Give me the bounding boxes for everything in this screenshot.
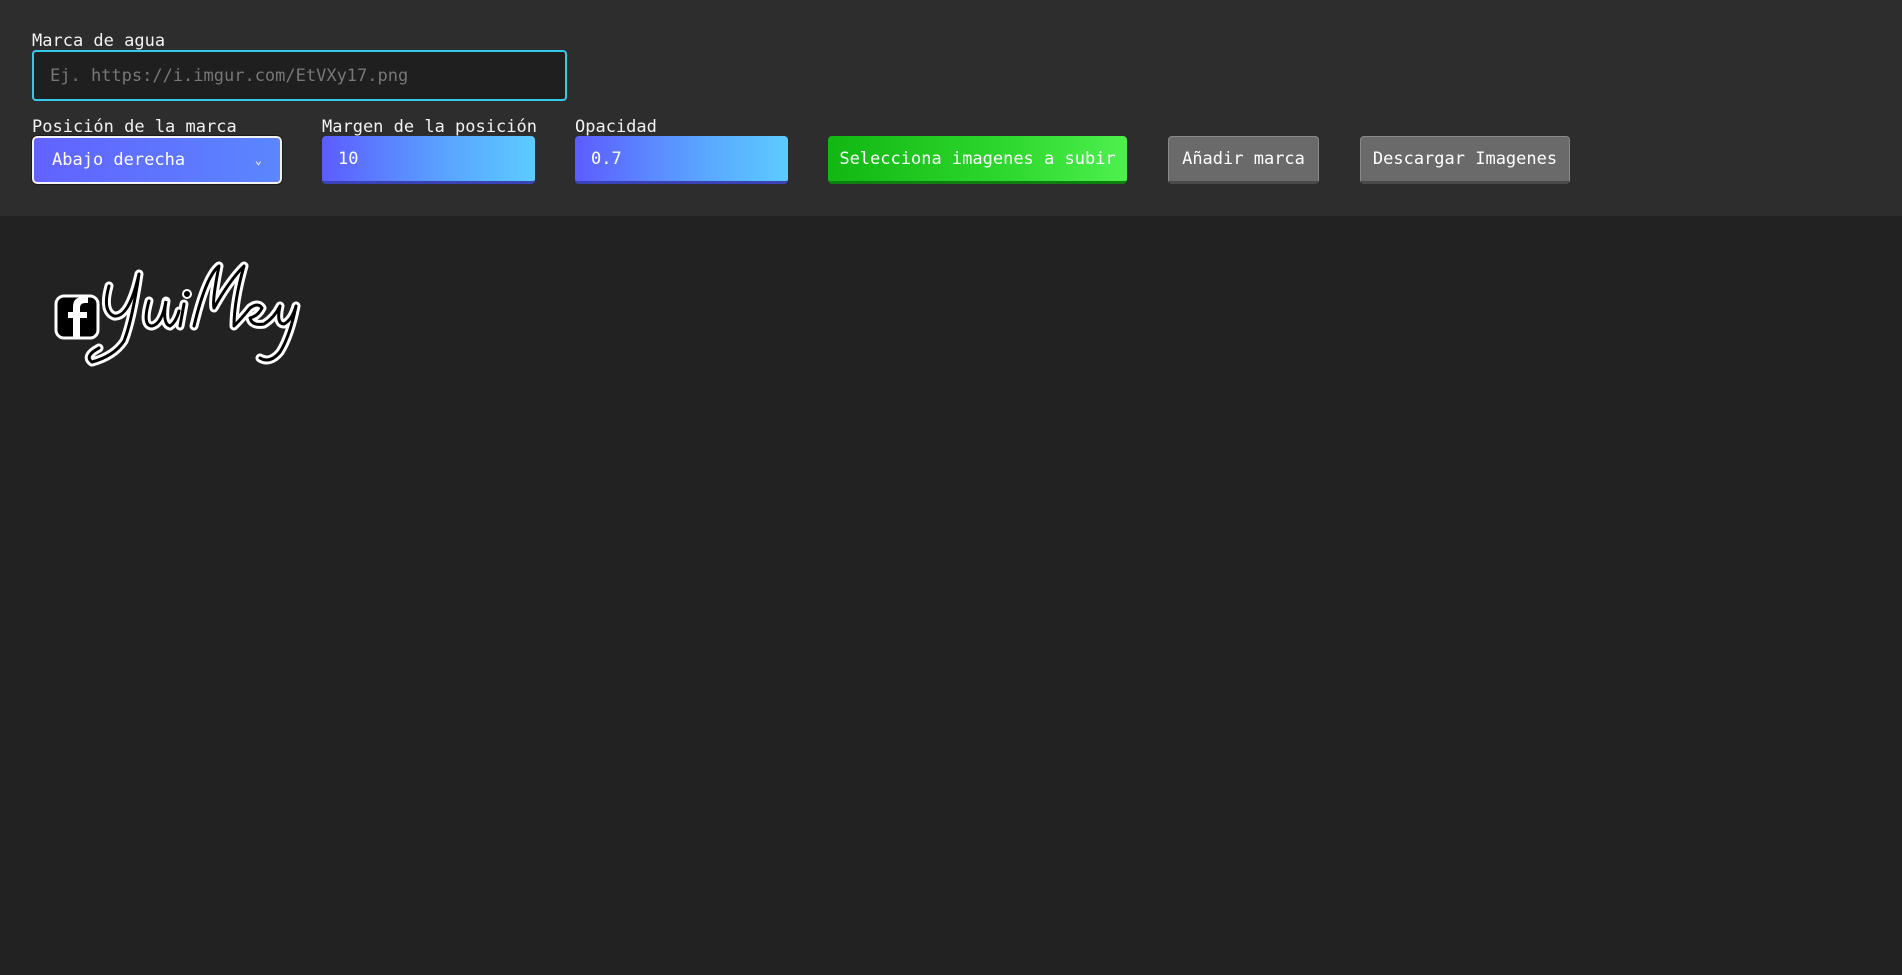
watermark-label: Marca de agua [32, 31, 166, 51]
toolbar: Marca de agua Posición de la marca Abajo… [0, 0, 1902, 216]
chevron-down-icon: ⌄ [254, 153, 262, 167]
opacity-label: Opacidad [575, 117, 657, 137]
watermark-url-input[interactable] [32, 50, 567, 101]
select-images-button[interactable]: Selecciona imagenes a subir [828, 136, 1127, 184]
margin-label: Margen de la posición [322, 117, 537, 137]
position-select-value: Abajo derecha [52, 150, 186, 170]
watermark-logo-preview [54, 261, 301, 367]
position-select[interactable]: Abajo derecha ⌄ [31, 135, 283, 185]
margin-input[interactable] [322, 136, 535, 184]
facebook-icon [54, 294, 100, 340]
position-label: Posición de la marca [32, 117, 237, 137]
opacity-input[interactable] [575, 136, 788, 184]
add-mark-button[interactable]: Añadir marca [1168, 136, 1319, 184]
download-images-button[interactable]: Descargar Imagenes [1360, 136, 1570, 184]
logo-signature [84, 261, 301, 367]
